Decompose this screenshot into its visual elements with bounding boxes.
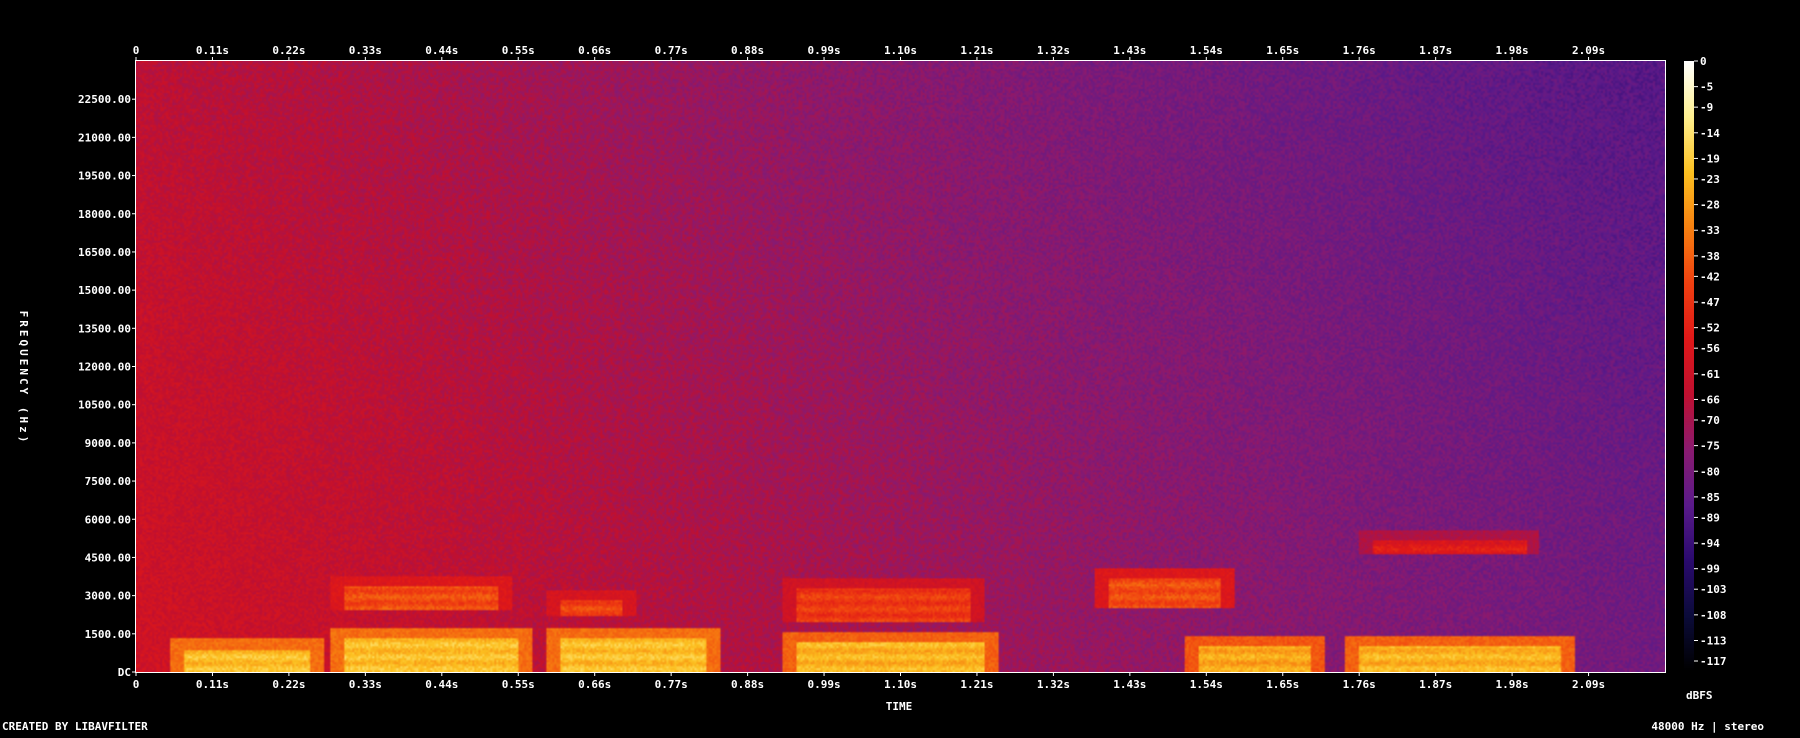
x-tick-label-bottom: 2.09s	[1572, 678, 1605, 691]
spectrogram-figure: 0 0.11s 0.22s 0.33s 0.44s 0.55s 0.66s 0.77s 0.88…	[0, 0, 1800, 734]
colorbar-tick-label: -117	[1700, 655, 1727, 668]
x-tick-label-top: 0.55s	[502, 44, 535, 57]
x-tick-label-top: 1.54s	[1190, 44, 1223, 57]
colorbar-tick-label: -9	[1700, 101, 1713, 114]
x-tick-label-bottom: 1.98s	[1496, 678, 1529, 691]
colorbar-tick-label: -23	[1700, 173, 1720, 186]
y-tick-label: DC	[118, 666, 131, 679]
y-tick-label: 21000.00	[78, 131, 131, 144]
colorbar-tick-label: -94	[1700, 537, 1720, 550]
x-tick-label-bottom: 0	[133, 678, 140, 691]
x-tick-label-top: 1.10s	[884, 44, 917, 57]
colorbar-tick-label: -19	[1700, 152, 1720, 165]
colorbar-tick-label: -47	[1700, 296, 1720, 309]
x-tick-label-bottom: 1.43s	[1113, 678, 1146, 691]
y-tick-label: 19500.00	[78, 170, 131, 183]
x-tick-label-top: 0.66s	[578, 44, 611, 57]
x-tick-label-top: 2.09s	[1572, 44, 1605, 57]
colorbar-tick-label: -14	[1700, 127, 1720, 140]
colorbar-tick-label: -66	[1700, 393, 1720, 406]
y-tick-label: 3000.00	[85, 590, 131, 603]
colorbar-tick-label: -52	[1700, 322, 1720, 335]
colorbar-tick-label: -85	[1700, 491, 1720, 504]
y-tick-label: 18000.00	[78, 208, 131, 221]
colorbar-tick-label: -70	[1700, 414, 1720, 427]
x-tick-label-top: 1.98s	[1496, 44, 1529, 57]
x-tick-label-top: 0	[133, 44, 140, 57]
colorbar-tick-label: -5	[1700, 81, 1713, 94]
x-tick-label-top: 0.33s	[349, 44, 382, 57]
y-tick-label: 6000.00	[85, 513, 131, 526]
footer-format: 48000 Hz | stereo	[1651, 720, 1764, 733]
x-tick-label-bottom: 1.21s	[960, 678, 993, 691]
colorbar	[1684, 61, 1694, 672]
x-tick-label-bottom: 1.65s	[1266, 678, 1299, 691]
y-tick-label: 10500.00	[78, 399, 131, 412]
x-tick-label-bottom: 0.99s	[807, 678, 840, 691]
x-tick-label-bottom: 1.87s	[1419, 678, 1452, 691]
y-tick-label: 13500.00	[78, 322, 131, 335]
x-tick-label-top: 1.87s	[1419, 44, 1452, 57]
colorbar-tick-label: -42	[1700, 270, 1720, 283]
x-tick-label-bottom: 0.55s	[502, 678, 535, 691]
x-tick-label-bottom: 0.44s	[425, 678, 458, 691]
x-tick-label-top: 0.22s	[272, 44, 305, 57]
x-tick-label-bottom: 0.88s	[731, 678, 764, 691]
y-tick-label: 22500.00	[78, 93, 131, 106]
x-tick-label-top: 1.76s	[1343, 44, 1376, 57]
spectrogram-chart: 0 0.11s 0.22s 0.33s 0.44s 0.55s 0.66s 0.77s 0.88…	[0, 0, 1800, 734]
colorbar-tick-label: -28	[1700, 199, 1720, 212]
colorbar-tick-label: -103	[1700, 583, 1727, 596]
y-tick-label: 7500.00	[85, 475, 131, 488]
colorbar-tick-label: -33	[1700, 224, 1720, 237]
x-axis-label: TIME	[886, 700, 913, 713]
x-tick-label-bottom: 0.22s	[272, 678, 305, 691]
y-tick-label: 12000.00	[78, 361, 131, 374]
x-tick-label-top: 0.88s	[731, 44, 764, 57]
y-tick-label: 1500.00	[85, 628, 131, 641]
colorbar-tick-label: -56	[1700, 342, 1720, 355]
x-tick-label-top: 0.77s	[655, 44, 688, 57]
colorbar-tick-label: -113	[1700, 634, 1727, 647]
colorbar-tick-label: -80	[1700, 465, 1720, 478]
x-tick-label-top: 1.43s	[1113, 44, 1146, 57]
colorbar-tick-label: -75	[1700, 440, 1720, 453]
colorbar-unit: dBFS	[1686, 689, 1713, 702]
x-tick-label-bottom: 1.54s	[1190, 678, 1223, 691]
y-axis-label: FREQUENCY (Hz)	[17, 311, 30, 446]
x-tick-label-bottom: 0.66s	[578, 678, 611, 691]
x-tick-label-top: 0.99s	[807, 44, 840, 57]
x-tick-label-top: 0.44s	[425, 44, 458, 57]
footer-credit: CREATED BY LIBAVFILTER	[2, 720, 148, 733]
colorbar-tick-label: -89	[1700, 511, 1720, 524]
x-tick-label-bottom: 0.11s	[196, 678, 229, 691]
x-tick-label-top: 1.32s	[1037, 44, 1070, 57]
colorbar-tick-label: -99	[1700, 563, 1720, 576]
spectrogram-plot-area	[136, 61, 1665, 672]
x-tick-label-top: 1.21s	[960, 44, 993, 57]
colorbar-tick-label: -108	[1700, 609, 1727, 622]
colorbar-tick-label: -38	[1700, 250, 1720, 263]
y-tick-label: 16500.00	[78, 246, 131, 259]
y-tick-label: 9000.00	[85, 437, 131, 450]
x-tick-label-bottom: 1.10s	[884, 678, 917, 691]
x-tick-label-top: 1.65s	[1266, 44, 1299, 57]
y-tick-label: 4500.00	[85, 551, 131, 564]
y-tick-label: 15000.00	[78, 284, 131, 297]
x-tick-label-bottom: 1.32s	[1037, 678, 1070, 691]
x-tick-label-bottom: 0.33s	[349, 678, 382, 691]
x-tick-label-bottom: 0.77s	[655, 678, 688, 691]
colorbar-tick-label: 0	[1700, 55, 1707, 68]
x-tick-label-bottom: 1.76s	[1343, 678, 1376, 691]
x-tick-label-top: 0.11s	[196, 44, 229, 57]
colorbar-tick-label: -61	[1700, 368, 1720, 381]
